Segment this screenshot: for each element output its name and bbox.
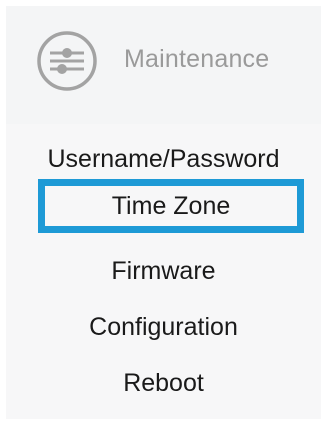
maintenance-panel: Maintenance Username/Password Time Zone … [6,6,321,419]
menu-item-firmware[interactable]: Firmware [6,257,321,286]
menu-item-username-password[interactable]: Username/Password [6,145,321,174]
menu-item-reboot[interactable]: Reboot [6,369,321,398]
menu-item-configuration[interactable]: Configuration [6,313,321,342]
maintenance-menu: Username/Password Time Zone Firmware Con… [6,124,321,419]
maintenance-header: Maintenance [6,6,321,124]
section-title: Maintenance [124,45,270,73]
sliders-icon [37,31,97,91]
menu-item-time-zone[interactable]: Time Zone [38,179,304,233]
